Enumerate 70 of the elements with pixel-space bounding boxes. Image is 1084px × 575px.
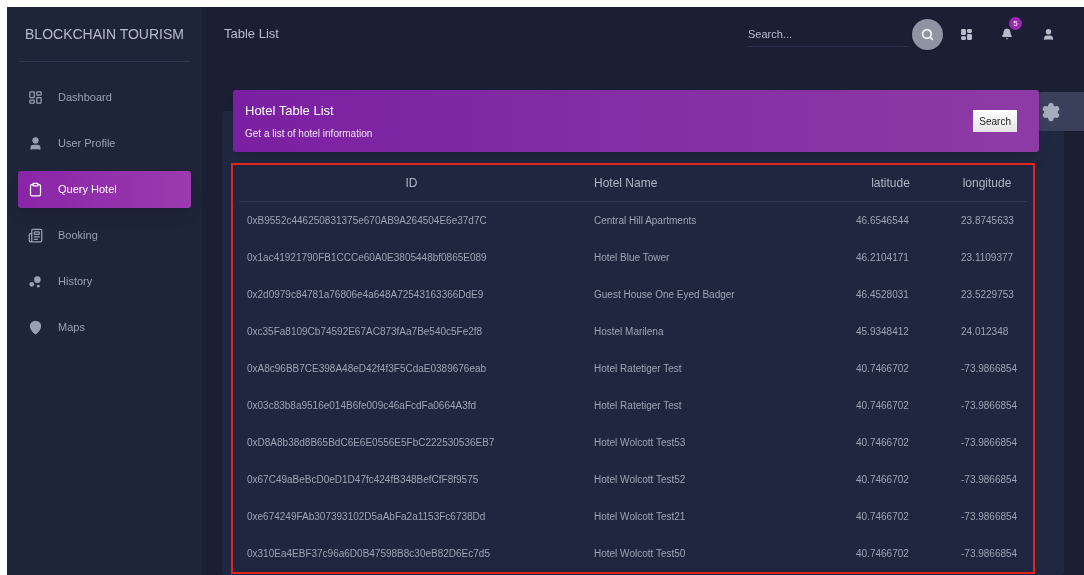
table-cell-text: 0xe674249FAb307393102D5aAbFa2a1153Fc6738Dd xyxy=(246,510,487,524)
gear-tab[interactable] xyxy=(1036,92,1084,131)
table-cell-text: 0xc35Fa8109Cb74592E67AC873fAa7Be540c5Fe2f8 xyxy=(246,325,484,339)
table-cell-text: 40.7466702 xyxy=(855,547,910,561)
settings-icon xyxy=(1041,101,1061,122)
table-cell-text: 23.1109377 xyxy=(960,251,1015,265)
notification-badge: 5 xyxy=(1009,17,1022,30)
table-cell-text: 40.7466702 xyxy=(855,362,910,376)
table-cell-text: 40.7466702 xyxy=(855,473,910,487)
table-cell-text: Hotel Ratetiger Test xyxy=(593,399,683,413)
table-cell-text: Hotel Wolcott Test52 xyxy=(593,473,687,487)
map-pin-icon xyxy=(28,320,43,335)
brand-title: BLOCKCHAIN TOURISM xyxy=(25,24,184,44)
column-header: longitude xyxy=(961,175,1013,192)
table-cell-text: -73.9866854 xyxy=(960,510,1019,524)
table-cell-text: Hotel Blue Tower xyxy=(593,251,671,265)
table-cell-text: 0xD8A8b38d8B65BdC6E6E0556E5FbC222530536EB7 xyxy=(246,436,496,450)
dashboard-icon xyxy=(28,90,43,105)
table-cell-text: 46.2104171 xyxy=(855,251,910,265)
card-subtitle: Get a list of hotel information xyxy=(245,126,374,141)
search-button[interactable] xyxy=(912,18,943,50)
table-cell-text: Hotel Ratetiger Test xyxy=(593,362,683,376)
sidebar-item[interactable]: User Profile xyxy=(18,125,191,162)
table-cell-text: Hostel Marilena xyxy=(593,325,665,339)
table-cell-text: -73.9866854 xyxy=(960,547,1019,561)
table-cell-text: 0x2d0979c84781a76806e4a648A72543163366DdE9 xyxy=(246,288,485,302)
table-cell-text: 0xA8c96BB7CE398A48eD42f4f3F5CdaE0389676eab xyxy=(246,362,488,376)
column-header: latitude xyxy=(870,175,911,192)
search-field[interactable]: Search... xyxy=(748,21,908,47)
table-cell-text: Hotel Wolcott Test53 xyxy=(593,436,687,450)
page-title: Table List xyxy=(224,25,279,44)
bubbles-icon xyxy=(28,274,43,289)
clipboard-icon xyxy=(28,182,43,197)
table-cell-text: 0x310Ea4EBF37c96a6D0B47598B8c30eB82D6Ec7d5 xyxy=(246,547,491,561)
table-cell-text: 0xB9552c446250831375e670AB9A264504E6e37d7C xyxy=(246,214,488,228)
table-cell-text: Central Hill Apartments xyxy=(593,214,698,228)
table-cell-text: -73.9866854 xyxy=(960,473,1019,487)
newspaper-icon xyxy=(28,228,43,243)
table-cell-text: 40.7466702 xyxy=(855,510,910,524)
sidebar-item[interactable]: Booking xyxy=(18,217,191,254)
sidebar-item[interactable]: Dashboard xyxy=(18,79,191,116)
table-cell-text: 23.5229753 xyxy=(960,288,1015,302)
table-cell-text: 0x03c83b8a9516e014B6fe009c46aFcdFa0664A3fd xyxy=(246,399,478,413)
column-header: ID xyxy=(404,175,419,192)
table-cell-text: 40.7466702 xyxy=(855,399,910,413)
table-cell-text: Hotel Wolcott Test50 xyxy=(593,547,687,561)
table-cell-text: 0x67C49aBeBcD0eD1D47fc424fB348BefCfF8f9575 xyxy=(246,473,480,487)
column-header: Hotel Name xyxy=(593,175,659,192)
bell-icon xyxy=(1001,28,1013,40)
table-cell-text: 23.8745633 xyxy=(960,214,1015,228)
search-button[interactable]: Search xyxy=(973,110,1017,132)
person-icon xyxy=(1041,27,1055,41)
sidebar-item[interactable]: Query Hotel xyxy=(18,171,191,208)
search-icon xyxy=(921,27,934,41)
sidebar-item[interactable]: Maps xyxy=(18,309,191,346)
table-cell-text: 45.9348412 xyxy=(855,325,910,339)
table-cell-text: 40.7466702 xyxy=(855,436,910,450)
person-icon xyxy=(28,136,43,151)
card-title: Hotel Table List xyxy=(245,102,335,121)
table-cell-text: Guest House One Eyed Badger xyxy=(593,288,736,302)
table-cell-text: -73.9866854 xyxy=(960,362,1019,376)
table-cell-text: 46.4528031 xyxy=(855,288,910,302)
table-cell-text: 24.012348 xyxy=(960,325,1010,339)
table-cell-text: -73.9866854 xyxy=(960,436,1019,450)
table-cell-text: Hotel Wolcott Test21 xyxy=(593,510,687,524)
table-cell-text: 46.6546544 xyxy=(855,214,910,228)
table-cell-text: 0x1ac41921790FB1CCCe60A0E3805448bf0865E089 xyxy=(246,251,488,265)
sidebar-item[interactable]: History xyxy=(18,263,191,300)
table-cell-text: -73.9866854 xyxy=(960,399,1019,413)
dashboard-icon xyxy=(959,27,973,41)
